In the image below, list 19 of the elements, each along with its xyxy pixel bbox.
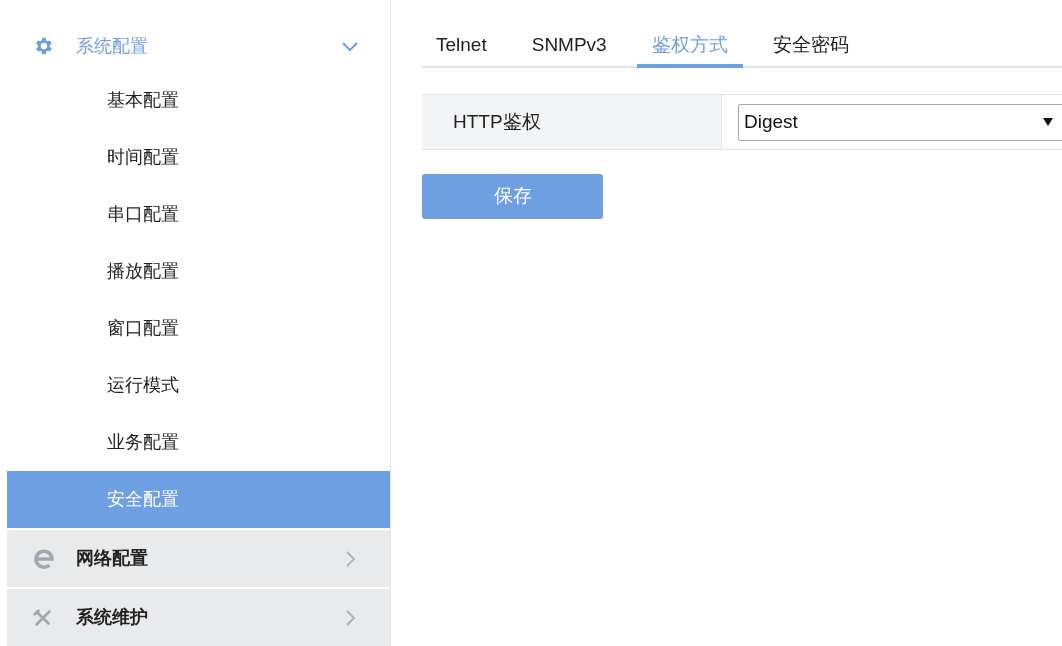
dropdown-triangle-icon: [1043, 118, 1053, 126]
sidebar-item[interactable]: 时间配置: [7, 129, 390, 186]
select-value: Digest: [744, 109, 799, 134]
letter-e-icon: [32, 547, 56, 570]
sidebar-item[interactable]: 业务配置: [7, 414, 390, 471]
sidebar-item[interactable]: 串口配置: [7, 186, 390, 243]
label-cell: HTTP鉴权: [422, 95, 722, 149]
tab[interactable]: 安全密码: [757, 26, 864, 68]
sidebar-item[interactable]: 播放配置: [7, 243, 390, 300]
sidebar-group[interactable]: 系统维护: [7, 589, 390, 646]
tab[interactable]: Telnet: [422, 26, 502, 68]
sidebar-item[interactable]: 窗口配置: [7, 300, 390, 357]
select-field[interactable]: Digest: [738, 103, 1062, 141]
group-label: 系统维护: [76, 606, 149, 629]
sidebar-group[interactable]: 网络配置: [7, 530, 390, 587]
tab[interactable]: SNMPv3: [516, 26, 622, 68]
sidebar-item[interactable]: 运行模式: [7, 357, 390, 414]
group-label: 网络配置: [76, 547, 149, 570]
group-label: 系统配置: [76, 34, 149, 58]
